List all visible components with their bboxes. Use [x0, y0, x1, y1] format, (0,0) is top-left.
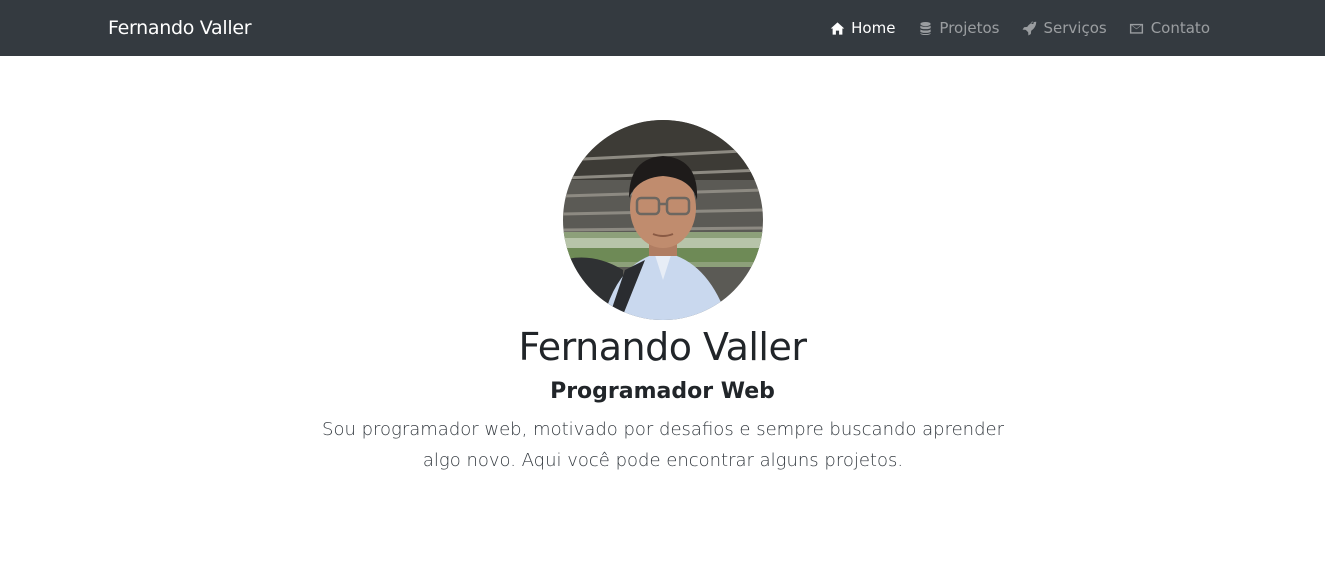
brand-link[interactable]: Fernando Valler	[108, 16, 252, 40]
database-icon	[917, 20, 933, 36]
profile-bio: Sou programador web, motivado por desafi…	[322, 419, 1004, 471]
nav-item-home[interactable]: Home	[829, 17, 895, 39]
envelope-icon	[1129, 20, 1145, 36]
rocket-icon	[1022, 20, 1038, 36]
profile-role: Programador Web	[550, 379, 775, 404]
home-icon	[829, 20, 845, 36]
profile-name: Fernando Valler	[518, 325, 807, 369]
nav-item-contato[interactable]: Contato	[1129, 17, 1210, 39]
nav-item-projetos[interactable]: Projetos	[917, 17, 1000, 39]
top-navbar: Fernando Valler Home Projetos Serviços C…	[0, 0, 1325, 56]
nav-item-label: Projetos	[939, 19, 1000, 37]
profile-photo	[563, 120, 763, 320]
nav-item-label: Contato	[1150, 19, 1210, 37]
nav-item-label: Home	[851, 19, 896, 37]
nav-item-servicos[interactable]: Serviços	[1022, 17, 1107, 39]
nav-menu: Home Projetos Serviços Contato	[807, 17, 1210, 39]
nav-item-label: Serviços	[1043, 19, 1107, 37]
